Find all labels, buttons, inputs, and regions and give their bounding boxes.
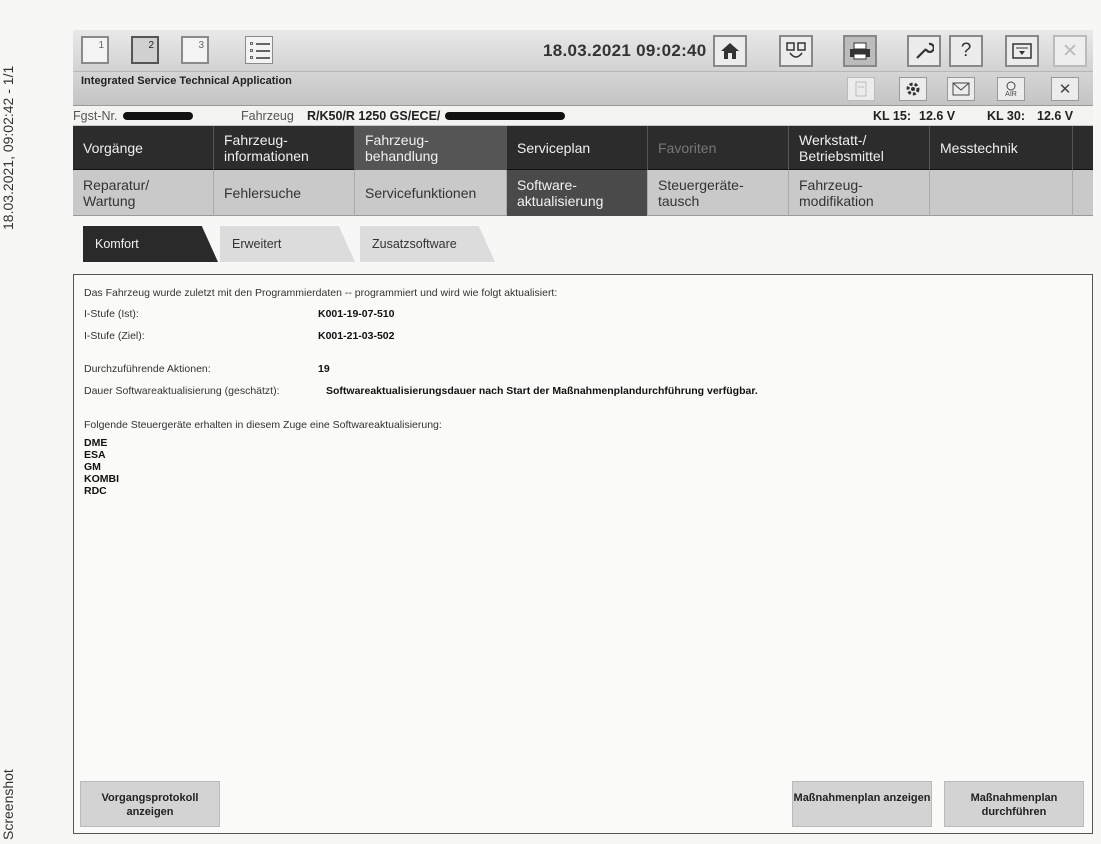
istufe-ist-value: K001-19-07-510 (318, 308, 395, 320)
title-bar: Integrated Service Technical Application… (73, 72, 1093, 106)
submenu-empty (930, 170, 1073, 216)
menu-favoriten[interactable]: Favoriten (648, 126, 789, 170)
show-protocol-button[interactable]: Vorgangsprotokoll anzeigen (80, 781, 220, 827)
run-plan-button[interactable]: Maßnahmenplan durchführen (944, 781, 1084, 827)
submenu-servicefunktionen[interactable]: Servicefunktionen (355, 170, 507, 216)
settings-icon[interactable] (899, 77, 927, 101)
ecu-item: DME (84, 437, 108, 449)
home-icon[interactable] (713, 35, 747, 67)
submenu-softwareaktualisierung[interactable]: Software-aktualisierung (507, 170, 648, 216)
kl30-value: 12.6 V (1037, 109, 1074, 123)
intro-text: Das Fahrzeug wurde zuletzt mit den Progr… (84, 287, 558, 299)
show-plan-button[interactable]: Maßnahmenplan anzeigen (792, 781, 932, 827)
actions-label: Durchzuführende Aktionen: (84, 363, 211, 375)
wrench-icon[interactable] (907, 35, 941, 67)
istufe-ziel-label: I-Stufe (Ziel): (84, 330, 145, 342)
menu-fahrzeuginformationen[interactable]: Fahrzeug-informationen (214, 126, 355, 170)
printer-icon[interactable] (843, 35, 877, 67)
ecu-item: KOMBI (84, 473, 119, 485)
minimize-icon[interactable] (1005, 35, 1039, 67)
list-icon[interactable] (245, 36, 273, 64)
ecu-item: GM (84, 461, 101, 473)
duration-value: Softwareaktualisierungsdauer nach Start … (326, 385, 758, 397)
window-2-button[interactable]: 2 (131, 36, 159, 64)
top-toolbar: 1 2 3 18.03.2021 09:02:40 ? ✕ (73, 30, 1093, 72)
redacted-vehicle (445, 112, 565, 120)
duration-row: Dauer Softwareaktualisierung (geschätzt)… (84, 385, 758, 397)
kl15-value: 12.6 V (919, 109, 956, 123)
sub-menu: Reparatur/ Wartung Fehlersuche Servicefu… (73, 170, 1093, 216)
main-menu: Vorgänge Fahrzeug-informationen Fahrzeug… (73, 126, 1093, 170)
menu-werkstatt[interactable]: Werkstatt-/ Betriebsmittel (789, 126, 930, 170)
page-icon[interactable] (847, 77, 875, 101)
margin-label: Screenshot (0, 769, 16, 840)
close-icon[interactable]: ✕ (1051, 77, 1079, 101)
datetime-display: 18.03.2021 09:02:40 (543, 41, 707, 60)
content-panel: Das Fahrzeug wurde zuletzt mit den Progr… (73, 274, 1093, 834)
ista-window: 1 2 3 18.03.2021 09:02:40 ? ✕ Integrated… (73, 30, 1093, 836)
air-icon[interactable]: AIR (997, 77, 1025, 101)
vehicle-info-bar: Fgst-Nr. Fahrzeug R/K50/R 1250 GS/ECE/ K… (73, 106, 1093, 126)
menu-serviceplan[interactable]: Serviceplan (507, 126, 648, 170)
ecu-item: ESA (84, 449, 106, 461)
connection-icon[interactable] (779, 35, 813, 67)
ecu-item: RDC (84, 485, 107, 497)
fahrzeug-value: R/K50/R 1250 GS/ECE/ (307, 109, 441, 123)
actions-row: Durchzuführende Aktionen: 19 (84, 363, 330, 375)
mail-icon[interactable] (947, 77, 975, 101)
kl30-label: KL 30: (987, 109, 1025, 123)
actions-value: 19 (318, 363, 330, 375)
fahrzeug-label: Fahrzeug (241, 109, 294, 123)
tab-zusatzsoftware[interactable]: Zusatzsoftware (360, 226, 495, 262)
kl15-label: KL 15: (873, 109, 911, 123)
margin-timestamp: 18.03.2021, 09:02:42 - 1/1 (0, 65, 16, 230)
close-window-icon[interactable]: ✕ (1053, 35, 1087, 67)
window-3-button[interactable]: 3 (181, 36, 209, 64)
tab-komfort[interactable]: Komfort (83, 226, 218, 262)
submenu-fahrzeugmodifikation[interactable]: Fahrzeug-modifikation (789, 170, 930, 216)
air-label: AIR (1005, 90, 1017, 98)
submenu-steuergeraetetausch[interactable]: Steuergeräte-tausch (648, 170, 789, 216)
fgst-label: Fgst-Nr. (73, 109, 118, 123)
istufe-ziel-row: I-Stufe (Ziel): K001-21-03-502 (84, 330, 394, 342)
duration-label: Dauer Softwareaktualisierung (geschätzt)… (84, 385, 280, 397)
app-title: Integrated Service Technical Application (81, 75, 292, 87)
istufe-ist-row: I-Stufe (Ist): K001-19-07-510 (84, 308, 394, 320)
window-1-button[interactable]: 1 (81, 36, 109, 64)
tab-erweitert[interactable]: Erweitert (220, 226, 355, 262)
redacted-vin (123, 112, 193, 120)
tab-bar: Komfort Erweitert Zusatzsoftware (73, 216, 1093, 262)
submenu-reparatur-wartung[interactable]: Reparatur/ Wartung (73, 170, 214, 216)
istufe-ist-label: I-Stufe (Ist): (84, 308, 139, 320)
menu-fahrzeugbehandlung[interactable]: Fahrzeug-behandlung (355, 126, 507, 170)
submenu-fehlersuche[interactable]: Fehlersuche (214, 170, 355, 216)
menu-messtechnik[interactable]: Messtechnik (930, 126, 1073, 170)
istufe-ziel-value: K001-21-03-502 (318, 330, 395, 342)
ecu-intro: Folgende Steuergeräte erhalten in diesem… (84, 419, 442, 431)
menu-vorgaenge[interactable]: Vorgänge (73, 126, 214, 170)
help-icon[interactable]: ? (949, 35, 983, 67)
